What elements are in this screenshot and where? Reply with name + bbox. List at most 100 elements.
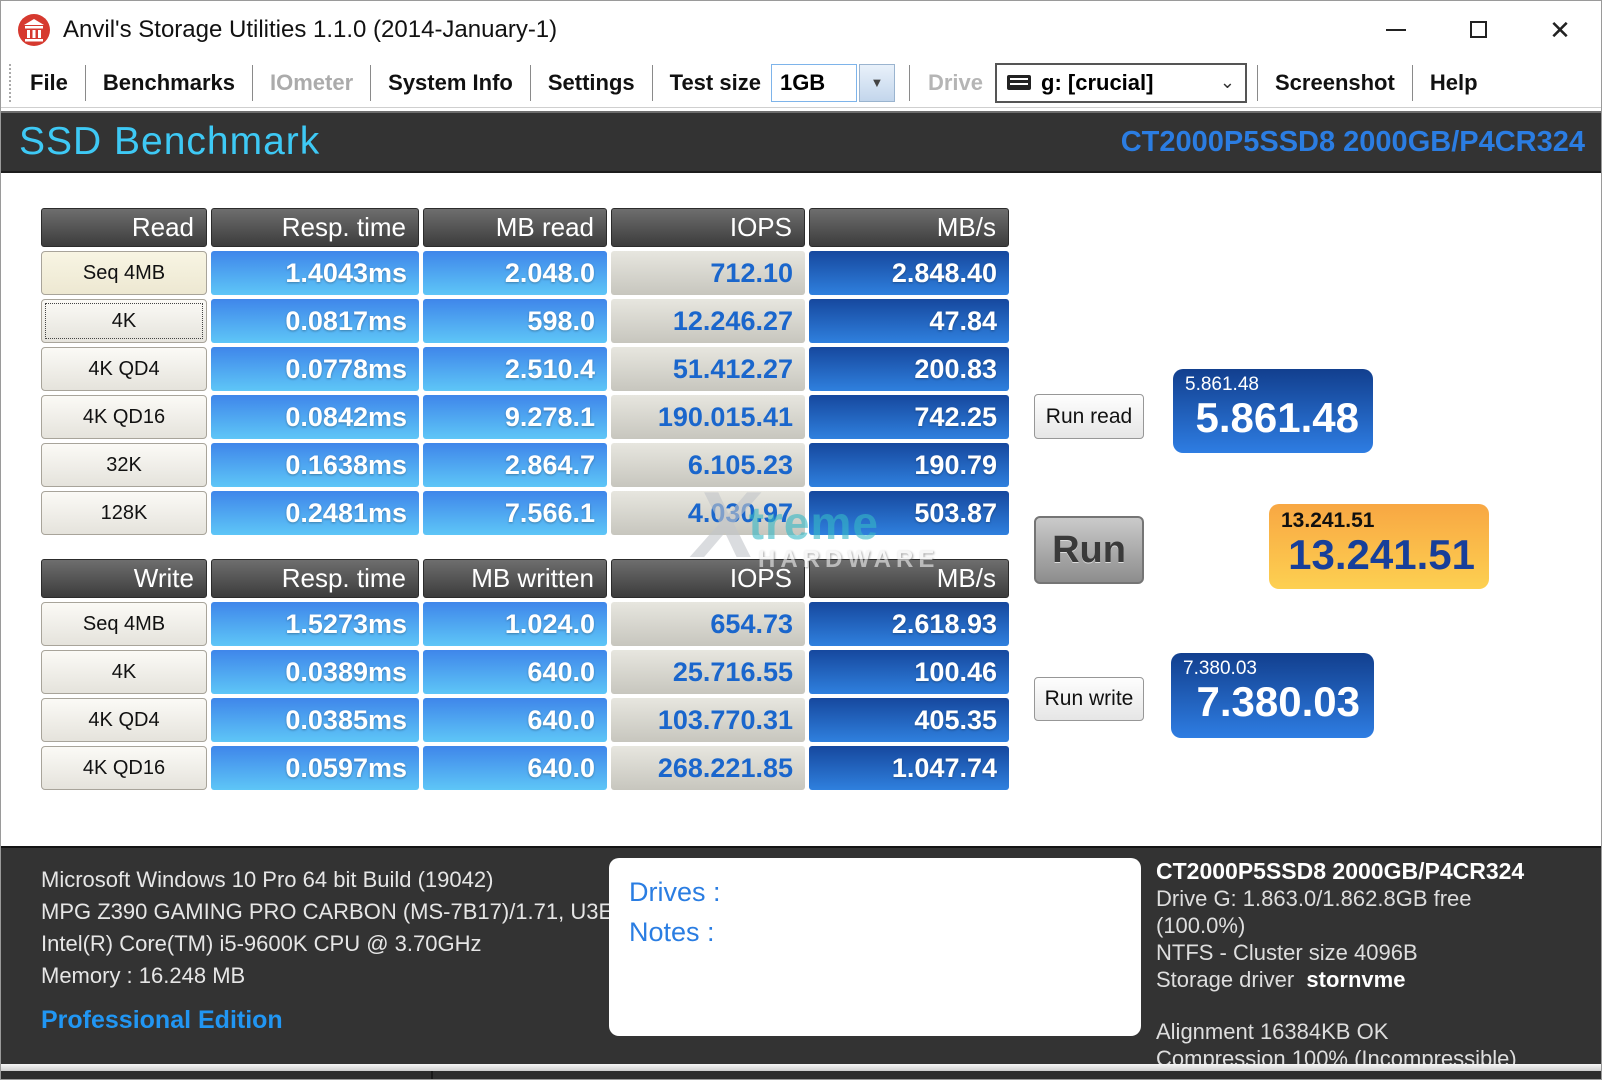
write-resp-time-cell: 1.5273ms: [211, 602, 419, 646]
read-score-small: 5.861.48: [1185, 374, 1359, 396]
benchmark-banner: SSD Benchmark CT2000P5SSD8 2000GB/P4CR32…: [1, 111, 1601, 173]
drive-select[interactable]: g: [crucial] ⌄: [995, 63, 1247, 103]
run-read-button[interactable]: Run read: [1034, 394, 1144, 439]
status-bar: [1, 1071, 1601, 1080]
read-mb-cell: 2.510.4: [423, 347, 607, 391]
drive-info-line: Drive G: 1.863.0/1.862.8GB free (100.0%): [1156, 885, 1566, 939]
edition-label: Professional Edition: [41, 1004, 625, 1036]
read-resp-time-cell: 0.1638ms: [211, 443, 419, 487]
read-header-mb-s: MB/s: [809, 208, 1009, 247]
system-info-block: Microsoft Windows 10 Pro 64 bit Build (1…: [41, 864, 625, 1036]
read-resp-time-cell: 0.0817ms: [211, 299, 419, 343]
write-resp-time-cell: 0.0385ms: [211, 698, 419, 742]
test-size-dropdown-button[interactable]: ▼: [859, 64, 895, 102]
maximize-icon: [1470, 21, 1487, 38]
read-mbs-cell: 47.84: [809, 299, 1009, 343]
write-resp-time-cell: 0.0389ms: [211, 650, 419, 694]
read-mbs-cell: 200.83: [809, 347, 1009, 391]
menu-item-help[interactable]: Help: [1413, 70, 1495, 96]
write-resp-time-cell: 0.0597ms: [211, 746, 419, 790]
menu-bar: FileBenchmarksIOmeterSystem InfoSettings…: [1, 58, 1601, 108]
system-info-line: Intel(R) Core(TM) i5-9600K CPU @ 3.70GHz: [41, 928, 625, 960]
read-header-read: Read: [41, 208, 207, 247]
drive-icon: [1007, 75, 1031, 90]
write-mbs-cell: 405.35: [809, 698, 1009, 742]
write-header-write: Write: [41, 559, 207, 598]
read-mb-cell: 9.278.1: [423, 395, 607, 439]
write-score-value: 7.380.03: [1183, 681, 1360, 723]
read-mb-cell: 2.864.7: [423, 443, 607, 487]
write-test-button-seq-4mb[interactable]: Seq 4MB: [41, 602, 207, 646]
drive-info-title: CT2000P5SSD8 2000GB/P4CR324: [1156, 858, 1566, 885]
read-resp-time-cell: 0.0778ms: [211, 347, 419, 391]
write-score-box: 7.380.03 7.380.03: [1171, 653, 1374, 738]
read-header-iops: IOPS: [611, 208, 805, 247]
menu-item-file[interactable]: File: [13, 70, 85, 96]
close-icon: ✕: [1549, 17, 1571, 43]
write-header-mb-written: MB written: [423, 559, 607, 598]
read-mb-cell: 7.566.1: [423, 491, 607, 535]
chevron-down-icon: ▼: [871, 75, 884, 90]
app-icon: [17, 13, 51, 47]
system-info-line: Memory : 16.248 MB: [41, 960, 625, 992]
menu-item-system-info[interactable]: System Info: [371, 70, 530, 96]
run-button[interactable]: Run: [1034, 516, 1144, 584]
write-iops-cell: 103.770.31: [611, 698, 805, 742]
read-iops-cell: 51.412.27: [611, 347, 805, 391]
drives-notes-area[interactable]: Drives :Notes :: [609, 858, 1141, 1036]
read-test-button-32k[interactable]: 32K: [41, 443, 207, 487]
test-size-select[interactable]: 1GB: [771, 64, 857, 102]
menu-item-settings[interactable]: Settings: [531, 70, 652, 96]
maximize-button[interactable]: [1437, 1, 1519, 58]
notes-label: Drives :: [629, 872, 1121, 912]
read-results-table: ReadResp. timeMB readIOPSMB/s Seq 4MB1.40…: [41, 208, 1009, 535]
drive-label: Drive: [910, 70, 995, 96]
drive-info-line: NTFS - Cluster size 4096B: [1156, 939, 1566, 966]
read-test-button-128k[interactable]: 128K: [41, 491, 207, 535]
notes-label: Notes :: [629, 912, 1121, 952]
total-score-small: 13.241.51: [1281, 509, 1475, 533]
read-test-button-4k[interactable]: 4K: [41, 299, 207, 343]
read-header-mb-read: MB read: [423, 208, 607, 247]
drive-info-line: Alignment 16384KB OK: [1156, 1018, 1566, 1045]
write-iops-cell: 268.221.85: [611, 746, 805, 790]
read-iops-cell: 712.10: [611, 251, 805, 295]
footer-divider: [1, 1064, 1601, 1071]
write-results-table: WriteResp. timeMB writtenIOPSMB/s Seq 4MB…: [41, 559, 1009, 790]
read-mbs-cell: 503.87: [809, 491, 1009, 535]
read-header-resp-time: Resp. time: [211, 208, 419, 247]
write-mb-cell: 640.0: [423, 698, 607, 742]
write-header-resp-time: Resp. time: [211, 559, 419, 598]
read-iops-cell: 190.015.41: [611, 395, 805, 439]
read-iops-cell: 12.246.27: [611, 299, 805, 343]
system-info-line: MPG Z390 GAMING PRO CARBON (MS-7B17)/1.7…: [41, 896, 625, 928]
menu-item-screenshot[interactable]: Screenshot: [1258, 70, 1412, 96]
read-resp-time-cell: 0.2481ms: [211, 491, 419, 535]
read-score-box: 5.861.48 5.861.48: [1173, 369, 1373, 453]
read-mb-cell: 2.048.0: [423, 251, 607, 295]
write-mbs-cell: 100.46: [809, 650, 1009, 694]
write-mbs-cell: 2.618.93: [809, 602, 1009, 646]
minimize-button[interactable]: [1355, 1, 1437, 58]
read-mbs-cell: 742.25: [809, 395, 1009, 439]
anvil-app-window: Anvil's Storage Utilities 1.1.0 (2014-Ja…: [0, 0, 1602, 1080]
read-test-button-4k-qd16[interactable]: 4K QD16: [41, 395, 207, 439]
read-resp-time-cell: 1.4043ms: [211, 251, 419, 295]
run-write-button[interactable]: Run write: [1034, 677, 1144, 721]
close-button[interactable]: ✕: [1519, 1, 1601, 58]
read-test-button-4k-qd4[interactable]: 4K QD4: [41, 347, 207, 391]
read-iops-cell: 6.105.23: [611, 443, 805, 487]
write-test-button-4k-qd4[interactable]: 4K QD4: [41, 698, 207, 742]
minimize-icon: [1386, 29, 1406, 31]
write-header-iops: IOPS: [611, 559, 805, 598]
window-title: Anvil's Storage Utilities 1.1.0 (2014-Ja…: [63, 16, 557, 44]
drive-value: g: [crucial]: [1041, 70, 1220, 96]
write-test-button-4k-qd16[interactable]: 4K QD16: [41, 746, 207, 790]
read-test-button-seq-4mb[interactable]: Seq 4MB: [41, 251, 207, 295]
write-test-button-4k[interactable]: 4K: [41, 650, 207, 694]
title-bar: Anvil's Storage Utilities 1.1.0 (2014-Ja…: [1, 1, 1601, 58]
menu-item-benchmarks[interactable]: Benchmarks: [86, 70, 252, 96]
write-mb-cell: 640.0: [423, 746, 607, 790]
total-score-value: 13.241.51: [1281, 534, 1475, 576]
write-header-mb-s: MB/s: [809, 559, 1009, 598]
